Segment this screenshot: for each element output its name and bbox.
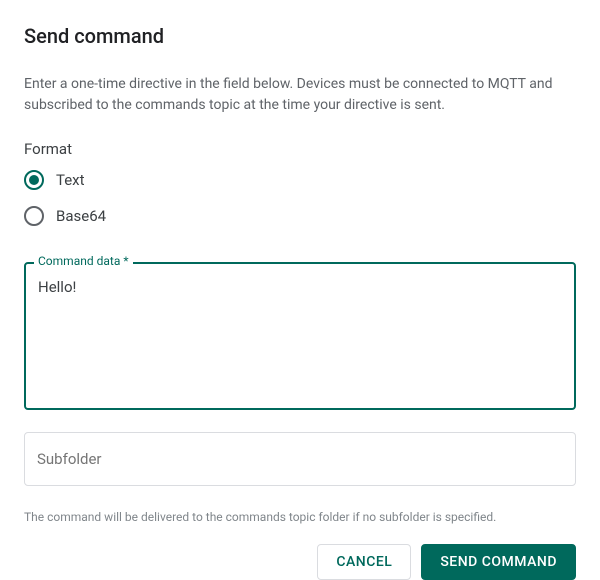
send-command-dialog: Send command Enter a one-time directive … — [0, 0, 600, 579]
subfolder-helper: The command will be delivered to the com… — [24, 510, 576, 524]
format-radio-group: Text Base64 — [24, 170, 576, 242]
format-option-base64[interactable]: Base64 — [24, 206, 576, 226]
radio-label: Base64 — [56, 207, 106, 225]
dialog-title: Send command — [24, 24, 576, 48]
subfolder-field — [24, 432, 576, 486]
dialog-description: Enter a one-time directive in the field … — [24, 74, 576, 116]
command-data-input[interactable] — [24, 262, 576, 410]
command-data-field: Command data * — [24, 262, 576, 414]
subfolder-input[interactable] — [24, 432, 576, 486]
radio-icon — [24, 206, 44, 226]
format-option-text[interactable]: Text — [24, 170, 576, 190]
radio-icon — [24, 170, 44, 190]
radio-label: Text — [56, 171, 85, 189]
dialog-actions: Cancel Send Command — [24, 532, 576, 580]
cancel-button[interactable]: Cancel — [317, 544, 411, 580]
command-data-label: Command data * — [34, 254, 133, 268]
format-label: Format — [24, 140, 576, 158]
send-command-button[interactable]: Send Command — [421, 544, 576, 580]
